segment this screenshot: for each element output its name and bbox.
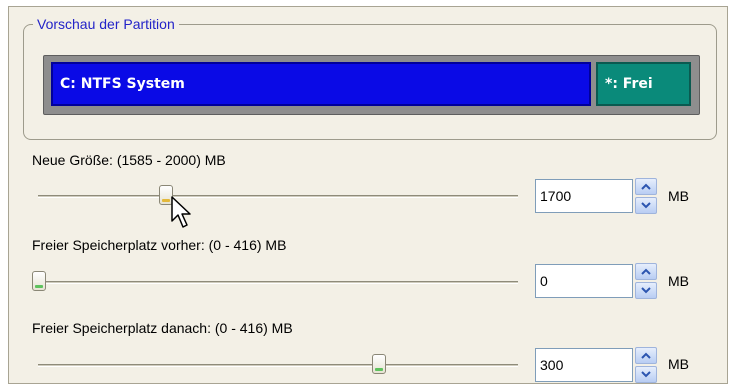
new-size-input[interactable] <box>535 179 633 213</box>
chevron-down-icon <box>641 287 651 294</box>
free-after-slider-track[interactable] <box>38 364 518 367</box>
partition-preview-title: Vorschau der Partition <box>33 15 179 33</box>
free-after-input[interactable] <box>535 348 633 382</box>
free-before-input[interactable] <box>535 264 633 298</box>
new-size-label: Neue Größe: (1585 - 2000) MB <box>32 152 226 168</box>
free-before-label: Freier Speicherplatz vorher: (0 - 416) M… <box>32 237 287 253</box>
new-size-increment-button[interactable] <box>635 178 657 195</box>
chevron-down-icon <box>641 371 651 378</box>
new-size-unit: MB <box>668 188 689 204</box>
free-before-increment-button[interactable] <box>635 263 657 280</box>
free-after-spinner <box>635 347 657 383</box>
chevron-up-icon <box>641 352 651 359</box>
free-before-decrement-button[interactable] <box>635 282 657 299</box>
new-size-decrement-button[interactable] <box>635 197 657 214</box>
free-after-decrement-button[interactable] <box>635 366 657 383</box>
free-before-spinner <box>635 263 657 299</box>
partition-map: C: NTFS System *: Frei <box>43 55 700 115</box>
mouse-pointer-icon <box>171 196 191 228</box>
free-before-slider-thumb[interactable] <box>32 271 46 291</box>
free-after-slider-thumb[interactable] <box>371 354 386 374</box>
free-after-increment-button[interactable] <box>635 347 657 364</box>
chevron-up-icon <box>641 183 651 190</box>
chevron-up-icon <box>641 268 651 275</box>
partition-free-block[interactable]: *: Frei <box>596 62 691 106</box>
new-size-spinner <box>635 178 657 214</box>
partition-system-block[interactable]: C: NTFS System <box>51 62 591 106</box>
free-before-unit: MB <box>668 273 689 289</box>
free-after-label: Freier Speicherplatz danach: (0 - 416) M… <box>32 320 293 336</box>
new-size-slider-track[interactable] <box>38 195 518 198</box>
chevron-down-icon <box>641 202 651 209</box>
free-before-slider-track[interactable] <box>38 281 518 284</box>
free-after-unit: MB <box>668 356 689 372</box>
